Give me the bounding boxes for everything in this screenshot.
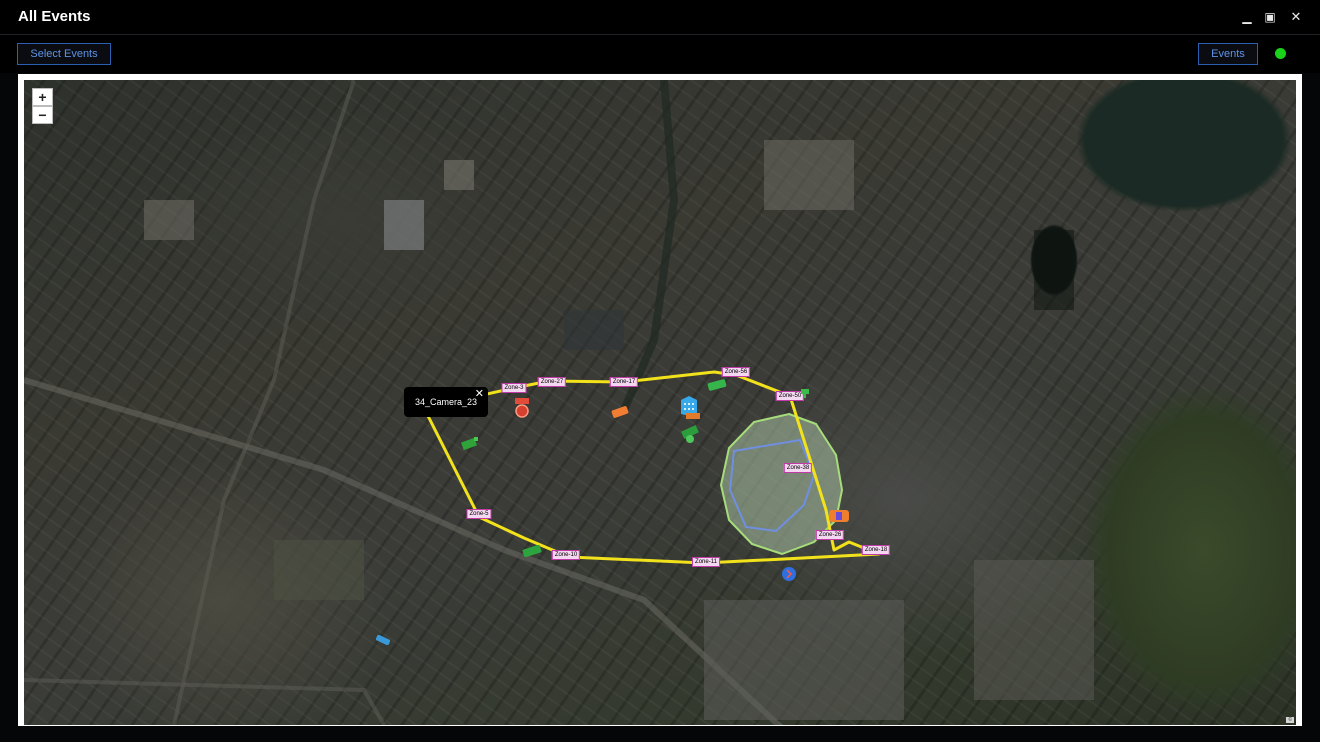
zone-label[interactable]: Zone-56 <box>721 367 751 377</box>
zone-label[interactable]: Zone-38 <box>783 463 813 473</box>
zone-label[interactable]: Zone-27 <box>537 377 567 387</box>
camera-popup: 34_Camera_23 ✕ <box>404 387 488 417</box>
restore-icon[interactable]: ▣ <box>1260 7 1280 27</box>
title-bar: All Events ▁ ▣ ✕ <box>0 0 1320 35</box>
building-blocks <box>144 140 1094 720</box>
window-title: All Events <box>18 8 91 25</box>
road <box>24 377 784 725</box>
zone-label[interactable]: Zone-26 <box>815 530 845 540</box>
zone-label[interactable]: Zone-11 <box>692 557 720 567</box>
toolbar: Select Events Events <box>0 35 1320 73</box>
river <box>620 80 679 412</box>
camera-popup-label: 34_Camera_23 <box>414 397 478 407</box>
events-button[interactable]: Events <box>1198 43 1258 65</box>
road <box>172 80 356 725</box>
map-overlay <box>24 80 1094 725</box>
zone-label[interactable]: Zone-3 <box>501 383 527 393</box>
map-frame: + − Zone-3 Zone-27 Zone-17 Zone-56 Zone-… <box>18 74 1302 726</box>
zone-label[interactable]: Zone-18 <box>861 545 891 555</box>
zoom-in-button[interactable]: + <box>32 88 53 106</box>
zone-label[interactable]: Zone-10 <box>551 550 581 560</box>
popup-close-icon[interactable]: ✕ <box>475 387 484 400</box>
map-attribution[interactable]: © <box>1286 717 1294 723</box>
select-events-button[interactable]: Select Events <box>17 43 111 65</box>
zoom-out-button[interactable]: − <box>32 106 53 124</box>
road <box>24 678 386 725</box>
close-icon[interactable]: ✕ <box>1286 7 1306 27</box>
connection-status-indicator <box>1275 48 1286 59</box>
satellite-map[interactable]: + − Zone-3 Zone-27 Zone-17 Zone-56 Zone-… <box>24 80 1296 725</box>
zone-label[interactable]: Zone-5 <box>466 509 492 519</box>
zone-label[interactable]: Zone-17 <box>609 377 639 387</box>
minimize-icon[interactable]: ▁ <box>1237 7 1257 27</box>
